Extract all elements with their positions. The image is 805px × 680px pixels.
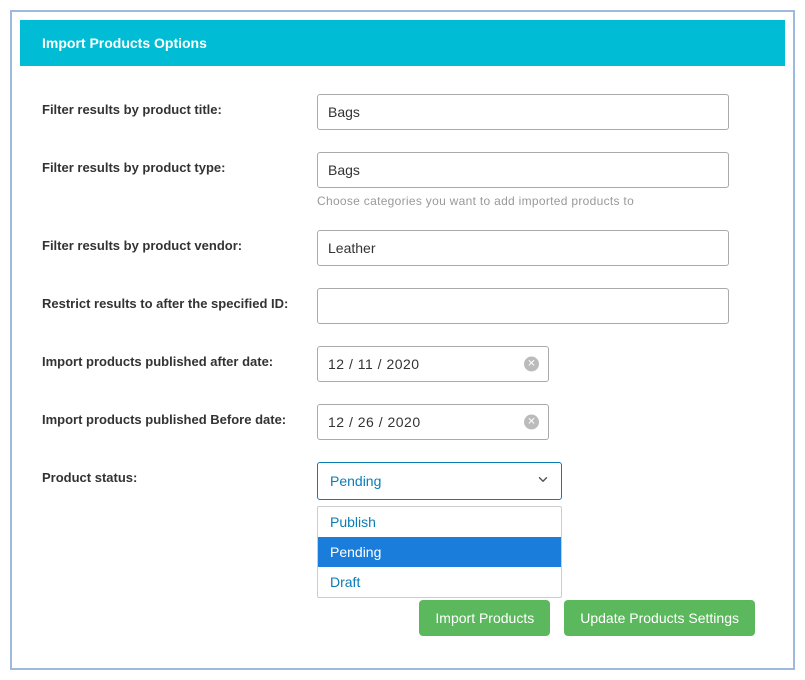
- label-published-after: Import products published after date:: [42, 346, 317, 372]
- row-published-before: Import products published Before date: ✕: [42, 404, 763, 440]
- input-product-title[interactable]: [317, 94, 729, 130]
- label-product-title: Filter results by product title:: [42, 94, 317, 120]
- panel-title: Import Products Options: [42, 35, 207, 51]
- row-product-type: Filter results by product type: Choose c…: [42, 152, 763, 208]
- clear-icon[interactable]: ✕: [524, 415, 539, 430]
- option-publish[interactable]: Publish: [318, 507, 561, 537]
- row-product-vendor: Filter results by product vendor:: [42, 230, 763, 266]
- label-product-type: Filter results by product type:: [42, 152, 317, 178]
- label-after-id: Restrict results to after the specified …: [42, 288, 317, 314]
- label-published-before: Import products published Before date:: [42, 404, 317, 430]
- panel-body: Filter results by product title: Filter …: [20, 66, 785, 660]
- label-product-vendor: Filter results by product vendor:: [42, 230, 317, 256]
- button-row: Import Products Update Products Settings: [419, 600, 755, 636]
- status-dropdown: Publish Pending Draft: [317, 506, 562, 598]
- clear-icon[interactable]: ✕: [524, 357, 539, 372]
- row-product-status: Product status: Pending Publish Pending …: [42, 462, 763, 500]
- row-product-title: Filter results by product title:: [42, 94, 763, 130]
- input-product-vendor[interactable]: [317, 230, 729, 266]
- input-after-id[interactable]: [317, 288, 729, 324]
- option-pending[interactable]: Pending: [318, 537, 561, 567]
- help-product-type: Choose categories you want to add import…: [317, 194, 729, 208]
- import-products-button[interactable]: Import Products: [419, 600, 550, 636]
- panel-header: Import Products Options: [20, 20, 785, 66]
- date-published-before-wrap: ✕: [317, 404, 549, 440]
- input-published-after[interactable]: [317, 346, 549, 382]
- select-product-status[interactable]: Pending: [317, 462, 562, 500]
- input-product-type[interactable]: [317, 152, 729, 188]
- update-settings-button[interactable]: Update Products Settings: [564, 600, 755, 636]
- input-published-before[interactable]: [317, 404, 549, 440]
- row-published-after: Import products published after date: ✕: [42, 346, 763, 382]
- row-after-id: Restrict results to after the specified …: [42, 288, 763, 324]
- label-product-status: Product status:: [42, 462, 317, 488]
- date-published-after-wrap: ✕: [317, 346, 549, 382]
- option-draft[interactable]: Draft: [318, 567, 561, 597]
- select-display[interactable]: Pending: [317, 462, 562, 500]
- select-value: Pending: [330, 473, 381, 489]
- outer-frame: Import Products Options Filter results b…: [10, 10, 795, 670]
- import-options-panel: Import Products Options Filter results b…: [20, 20, 785, 660]
